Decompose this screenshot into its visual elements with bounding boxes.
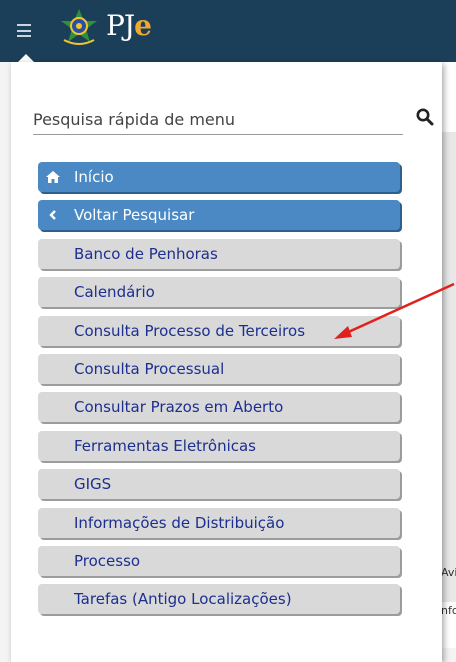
home-icon	[46, 171, 60, 183]
menu-item-voltar-pesquisar[interactable]: Voltar Pesquisar	[38, 200, 400, 231]
menu-item-label: Tarefas (Antigo Localizações)	[74, 590, 292, 609]
menu-item-label: Voltar Pesquisar	[74, 206, 195, 225]
menu-item-informacoes-distribuicao[interactable]: Informações de Distribuição	[38, 507, 400, 538]
menu-search-input[interactable]	[33, 104, 403, 135]
menu-item-processo[interactable]: Processo	[38, 545, 400, 576]
menu-item-label: Banco de Penhoras	[74, 244, 218, 263]
menu-item-label: Calendário	[74, 283, 155, 302]
chevron-left-icon	[49, 210, 56, 221]
coat-of-arms-logo-icon	[61, 9, 97, 45]
page-content-behind	[442, 62, 456, 648]
menu-item-label: Ferramentas Eletrônicas	[74, 436, 256, 455]
logo-text-accent: e	[134, 9, 152, 42]
menu-item-label: Consulta Processo de Terceiros	[74, 321, 306, 340]
menu-item-inicio[interactable]: Início	[38, 162, 400, 192]
menu-item-gigs[interactable]: GIGS	[38, 469, 400, 500]
content-text-1: Avi	[441, 566, 456, 579]
menu-item-ferramentas-eletronicas[interactable]: Ferramentas Eletrônicas	[38, 430, 400, 461]
top-navbar: PJe	[0, 0, 456, 62]
hamburger-menu-icon[interactable]	[17, 24, 31, 37]
search-icon[interactable]	[416, 108, 434, 126]
pje-logo[interactable]: PJe	[106, 6, 152, 46]
menu-item-label: Informações de Distribuição	[74, 513, 285, 532]
red-annotation-arrow	[334, 282, 455, 339]
menu-list: Início Voltar Pesquisar Banco de Penhora…	[38, 162, 400, 623]
menu-item-label: Processo	[74, 551, 141, 570]
content-panel	[442, 132, 456, 602]
menu-item-consulta-processual[interactable]: Consulta Processual	[38, 353, 400, 384]
menu-item-label: GIGS	[74, 475, 112, 494]
menu-item-label: Consultar Prazos em Aberto	[74, 398, 284, 417]
menu-item-label: Início	[74, 168, 114, 186]
menu-item-consultar-prazos[interactable]: Consultar Prazos em Aberto	[38, 392, 400, 423]
menu-item-label: Consulta Processual	[74, 359, 225, 378]
menu-item-banco-de-penhoras[interactable]: Banco de Penhoras	[38, 238, 400, 269]
logo-text-main: PJ	[106, 9, 135, 42]
menu-search	[33, 104, 434, 138]
content-text-2: nfo	[441, 604, 456, 617]
menu-item-tarefas[interactable]: Tarefas (Antigo Localizações)	[38, 584, 400, 615]
side-menu-drawer: Início Voltar Pesquisar Banco de Penhora…	[11, 62, 442, 662]
